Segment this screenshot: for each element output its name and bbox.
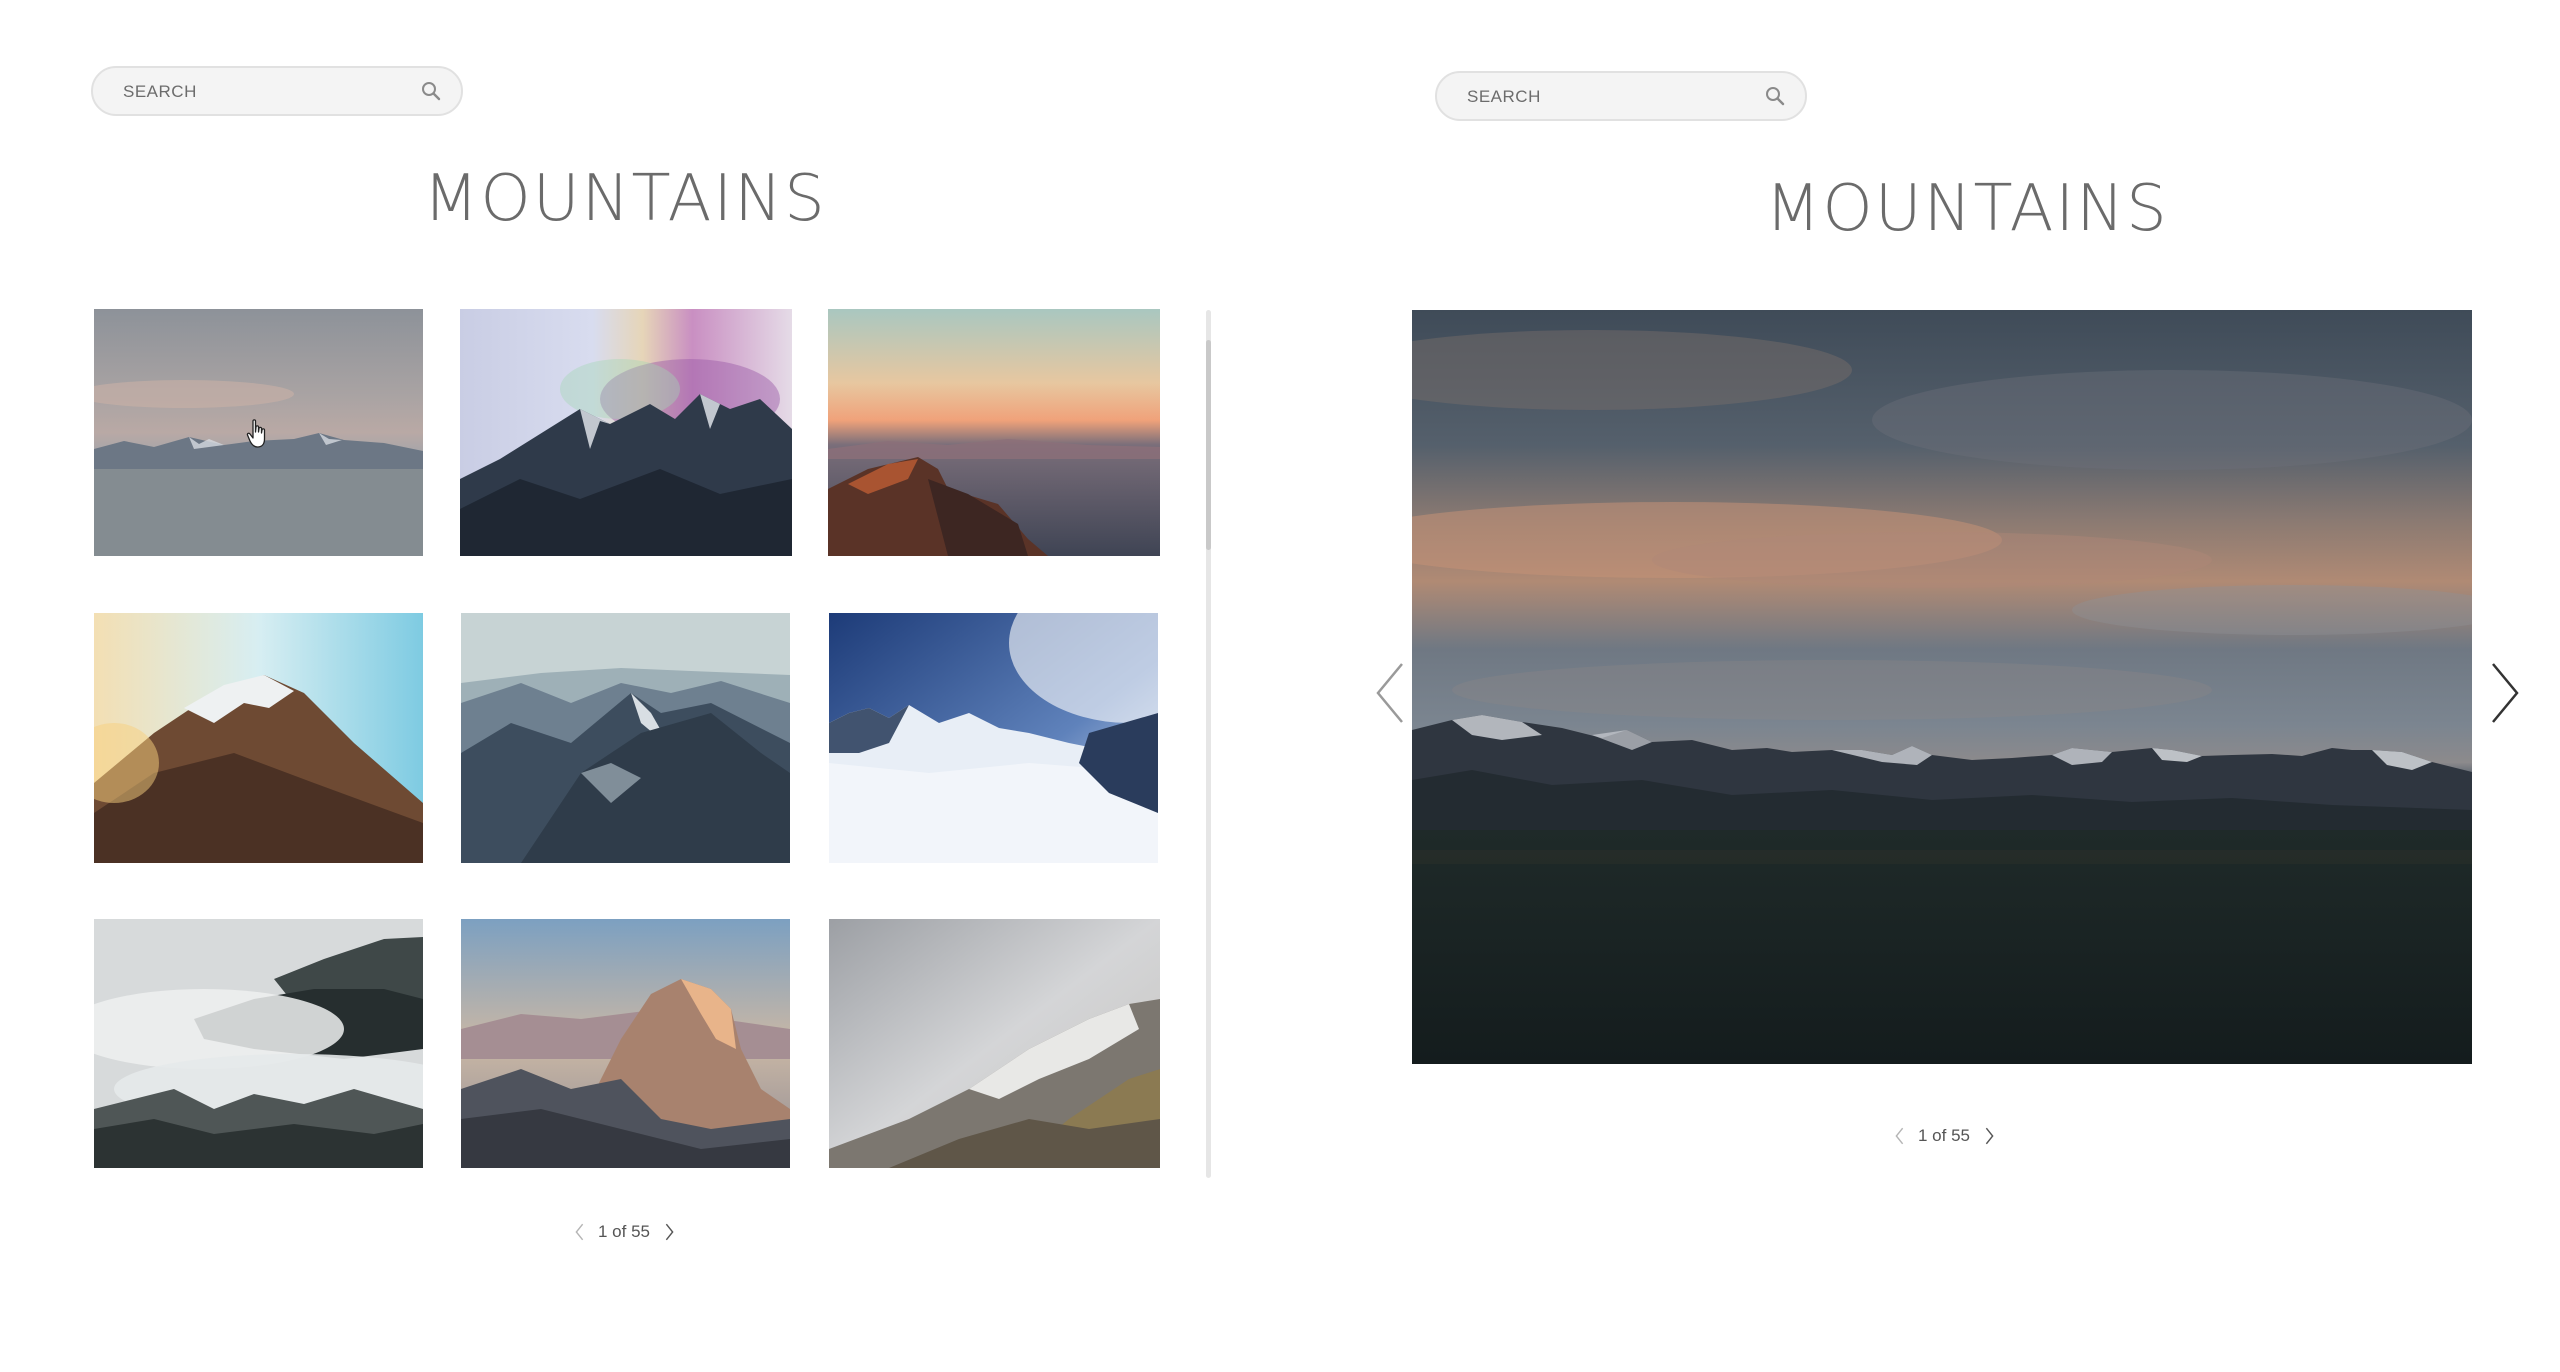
search-input[interactable] [1465,73,1749,121]
chevron-left-icon[interactable] [1888,1123,1910,1149]
chevron-left-icon[interactable] [1370,658,1410,728]
pagination: 1 of 55 [1888,1121,2000,1151]
dusk-mountain-range-photo[interactable] [1412,310,2472,1064]
chevron-right-icon[interactable] [1978,1123,2000,1149]
page-title: MOUNTAINS [1765,172,2169,246]
chevron-right-icon[interactable] [2485,658,2525,728]
search-icon[interactable] [1763,84,1787,108]
search-bar [1435,71,1807,121]
page-counter: 1 of 55 [1918,1126,1970,1145]
detail-view: MOUNTAINS [0,0,2560,1372]
